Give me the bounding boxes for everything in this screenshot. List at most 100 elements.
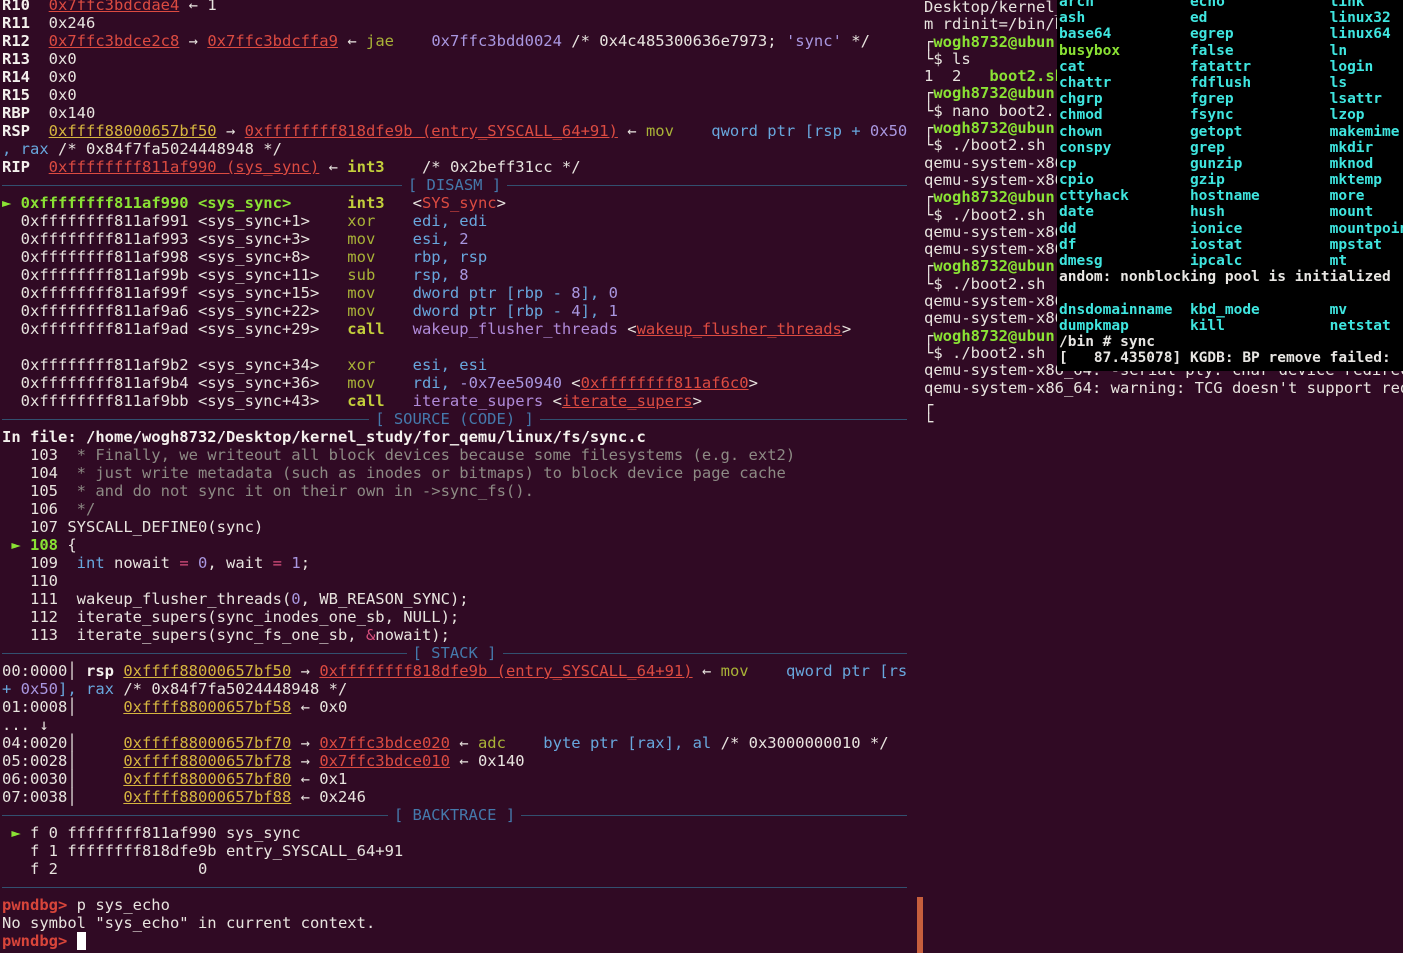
text-segment: RSP xyxy=(2,122,49,140)
text-segment: */ xyxy=(841,32,870,50)
text-segment: chmod fsync lzop xyxy=(1059,107,1365,124)
text-segment xyxy=(1120,43,1190,59)
text-segment: ash ed linux32 xyxy=(1059,10,1391,27)
terminal-line: 0xffffffff811af9ad <sys_sync+29> call wa… xyxy=(2,320,907,338)
text-segment: qemu-system-x86 xyxy=(924,309,1064,328)
text-segment: p sys_echo xyxy=(76,896,170,914)
terminal-line: 01:0008│ 0xffff88000657bf58 ← 0x0 xyxy=(2,698,907,716)
section-header: [ BACKTRACE ] xyxy=(2,806,907,824)
section-header-label: [ STACK ] xyxy=(412,644,497,662)
text-segment: 0xffffffff811af998 <sys_sync+8> xyxy=(2,248,348,266)
text-segment: wakeup_flusher_threads xyxy=(412,320,618,338)
text-segment: dd ionice mountpoint xyxy=(1059,220,1403,237)
text-segment: $ ls xyxy=(933,49,971,68)
terminal-line: In file: /home/wogh8732/Desktop/kernel_s… xyxy=(2,428,907,446)
text-segment: -0x7ee50940 xyxy=(459,374,562,392)
terminal-line: 0xffffffff811af993 <sys_sync+3> mov esi,… xyxy=(2,230,907,248)
text-segment: 0xffffffff811af99b <sys_sync+11> xyxy=(2,266,348,284)
terminal-line: 104 * just write metadata (such as inode… xyxy=(2,464,907,482)
text-segment: │ xyxy=(67,698,124,716)
section-header: [ STACK ] xyxy=(2,644,907,662)
text-segment: 0x0 xyxy=(48,68,77,86)
text-segment: [ 87.435078] KGDB: BP remove failed: xyxy=(1059,350,1400,367)
text-segment: 0x7ffc3bdcdae4 xyxy=(48,0,180,14)
cursor xyxy=(76,932,86,950)
text-segment: mov xyxy=(347,248,376,266)
text-segment: /* 0x4c485300636e7973; xyxy=(561,32,786,50)
text-segment: 0xffffffff811af9b4 <sys_sync+36> xyxy=(2,374,348,392)
text-segment: 0x0 xyxy=(48,50,77,68)
text-segment: 04:0020 xyxy=(2,734,68,752)
text-segment: ┌ xyxy=(924,395,934,414)
text-segment: Desktop/kernel_ xyxy=(924,0,1064,16)
text-segment: 0x7ffc3bdce010 xyxy=(319,752,450,770)
terminal-line: 103 * Finally, we writeout all block dev… xyxy=(2,446,907,464)
text-segment: chgrp fgrep lsattr xyxy=(1059,91,1383,108)
terminal-line: 111 wakeup_flusher_threads(0, WB_REASON_… xyxy=(2,590,907,608)
text-segment: /* 0x84f7fa5024448948 */ xyxy=(114,680,348,698)
terminal-line: RIP 0xffffffff811af990 (sys_sync) ← int3… xyxy=(2,158,907,176)
text-segment: 0 xyxy=(291,590,301,608)
text-segment: chattr fdflush ls xyxy=(1059,74,1348,91)
text-segment: esi, esi xyxy=(412,356,488,374)
section-header: [ SOURCE (CODE) ] xyxy=(2,410,907,428)
pwndbg-terminal-pane[interactable]: R10 0x7ffc3bdcdae4 ← 1 R11 0x246 R12 0x7ff… xyxy=(0,0,907,953)
text-segment: 07:0038 xyxy=(2,788,68,806)
text-segment: R15 xyxy=(2,86,49,104)
text-segment: 105 xyxy=(2,482,77,500)
text-segment: cat fatattr login xyxy=(1059,58,1374,75)
text-segment: qword ptr [rsp xyxy=(785,662,907,680)
text-segment: ], rax xyxy=(58,680,114,698)
text-segment: └ xyxy=(924,49,934,68)
text-segment: ┌ xyxy=(924,188,934,207)
text-segment: 0x7ffc3bdd0024 xyxy=(431,32,562,50)
text-segment: 0xffffffff811af9bb <sys_sync+43> xyxy=(2,392,348,410)
terminal-line: 06:0030│ 0xffff88000657bf80 ← 0x1 xyxy=(2,770,907,788)
scrollbar-thumb[interactable] xyxy=(917,897,923,953)
text-segment: No symbol "sys_echo" in current context. xyxy=(2,914,376,932)
terminal-line: R10 0x7ffc3bdcdae4 ← 1 xyxy=(2,0,907,14)
terminal-line: 04:0020│ 0xffff88000657bf70 → 0x7ffc3bdc… xyxy=(2,734,907,752)
text-segment: dword ptr [rbp - xyxy=(412,302,572,320)
text-segment: base64 egrep linux64 xyxy=(1059,26,1391,43)
text-segment: $ nano boot2. xyxy=(933,101,1055,120)
terminal-line: ► 108 { xyxy=(2,536,907,554)
qemu-guest-terminal-pane[interactable]: arch echo link ash ed linux32 base64 egrep… xyxy=(1057,0,1403,371)
text-segment: 1 xyxy=(291,554,301,572)
text-segment: int xyxy=(76,554,105,572)
section-header-label: [ BACKTRACE ] xyxy=(393,806,516,824)
text-segment: 1 2 xyxy=(924,67,990,86)
text-segment: */ xyxy=(76,500,96,518)
terminal-line: 07:0038│ 0xffff88000657bf88 ← 0x246 xyxy=(2,788,907,806)
text-segment: R11 xyxy=(2,14,49,32)
terminal-line: chmod fsync lzop xyxy=(1059,107,1403,123)
terminal-line: 112 iterate_supers(sync_inodes_one_sb, N… xyxy=(2,608,907,626)
text-segment: rsp xyxy=(86,662,114,680)
text-segment: edi, edi xyxy=(412,212,488,230)
text-segment: iterate_supers xyxy=(561,392,693,410)
text-segment xyxy=(291,194,347,212)
terminal-line: pwndbg> xyxy=(2,932,907,950)
terminal-line: 106 */ xyxy=(2,500,907,518)
text-segment: adc xyxy=(477,734,506,752)
text-segment xyxy=(375,374,412,392)
terminal-line: andom: nonblocking pool is initialized xyxy=(1059,269,1403,285)
terminal-line: busybox false ln xyxy=(1059,43,1403,59)
text-segment: 4 xyxy=(571,302,581,320)
text-segment: RBP xyxy=(2,104,49,122)
text-segment: └ xyxy=(924,343,934,362)
text-segment: 0xffffffff811af990 (sys_sync) xyxy=(48,158,320,176)
text-segment: 8 xyxy=(459,266,469,284)
text-segment: SYSCALL_DEFINE0(sync) xyxy=(67,518,264,536)
terminal-line: 107 SYSCALL_DEFINE0(sync) xyxy=(2,518,907,536)
terminal-line: chgrp fgrep lsattr xyxy=(1059,91,1403,107)
terminal-line: + 0x50], rax /* 0x84f7fa5024448948 */ xyxy=(2,680,907,698)
text-segment: * and do not sync it on their own in ->s… xyxy=(76,482,534,500)
text-segment: nowait); xyxy=(375,626,450,644)
text-segment xyxy=(375,248,412,266)
terminal-line: chattr fdflush ls xyxy=(1059,75,1403,91)
text-segment xyxy=(375,284,412,302)
text-segment: 0xffff88000657bf80 xyxy=(123,770,292,788)
text-segment: → xyxy=(216,122,245,140)
